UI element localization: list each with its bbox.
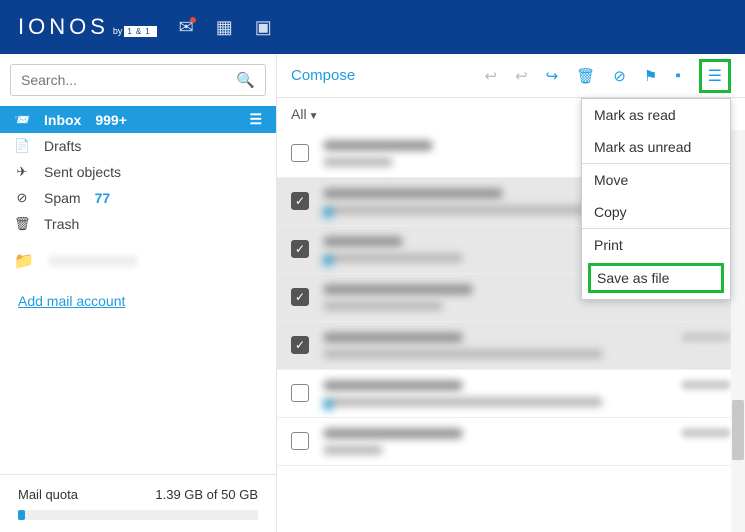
message-checkbox[interactable] <box>291 384 309 402</box>
calendar-icon[interactable]: ▦ <box>216 17 233 38</box>
menu-move[interactable]: Move <box>582 164 730 196</box>
compose-button[interactable]: Compose <box>291 67 355 84</box>
message-checkbox[interactable]: ✓ <box>291 240 309 258</box>
spam-icon: ⊘ <box>14 190 30 206</box>
search-box[interactable]: 🔍 <box>10 64 266 96</box>
folder-count: 999+ <box>95 112 127 128</box>
filter-all: All <box>291 106 307 122</box>
folder-label: Spam <box>44 190 81 206</box>
folder-spam[interactable]: ⊘ Spam 77 <box>0 185 276 211</box>
folder-icon: 📁 <box>14 251 34 271</box>
message-row[interactable] <box>277 370 745 418</box>
message-checkbox[interactable]: ✓ <box>291 336 309 354</box>
quota-text: 1.39 GB of 50 GB <box>155 487 258 502</box>
menu-mark-read[interactable]: Mark as read <box>582 99 730 131</box>
more-menu-button[interactable]: ☰ <box>699 59 731 93</box>
folder-trash[interactable]: 🗑 Trash <box>0 211 276 237</box>
inbox-icon: 📨 <box>14 112 30 128</box>
app-header: IONOS by 1&1 ✉ ▦ ▣ <box>0 0 745 54</box>
archive-icon[interactable]: ▪ <box>675 67 680 84</box>
more-dropdown: Mark as read Mark as unread Move Copy Pr… <box>581 98 731 300</box>
mail-quota: Mail quota 1.39 GB of 50 GB <box>0 474 276 532</box>
sent-icon: ✈ <box>14 164 30 180</box>
blurred-folder-name <box>48 255 138 267</box>
search-input[interactable] <box>21 72 236 88</box>
menu-save-as-file[interactable]: Save as file <box>588 263 724 293</box>
folder-label: Sent objects <box>44 164 121 180</box>
block-icon[interactable]: ⊘ <box>613 67 626 85</box>
message-checkbox[interactable] <box>291 144 309 162</box>
drafts-icon: 📄 <box>14 138 30 154</box>
brand-by: by <box>113 26 123 36</box>
folder-label: Trash <box>44 216 79 232</box>
menu-mark-unread[interactable]: Mark as unread <box>582 131 730 163</box>
search-icon[interactable]: 🔍 <box>236 71 255 89</box>
brand-name: IONOS <box>18 14 109 40</box>
menu-print[interactable]: Print <box>582 229 730 261</box>
caret-down-icon: ▼ <box>309 111 319 122</box>
main-panel: Compose ↩ ↩ ↪ 🗑 ⊘ ⚑ ▪ ☰ All▼ ✓ ✓ <box>277 54 745 532</box>
folder-menu-icon[interactable]: ☰ <box>249 111 262 128</box>
folder-label: Inbox <box>44 112 81 128</box>
custom-folder[interactable]: 📁 <box>0 245 276 277</box>
quota-bar <box>18 510 258 520</box>
reply-icon[interactable]: ↩ <box>485 67 498 85</box>
reply-all-icon[interactable]: ↩ <box>515 67 528 85</box>
brand-sub: 1&1 <box>124 26 156 37</box>
trash-icon: 🗑 <box>14 216 30 232</box>
message-checkbox[interactable]: ✓ <box>291 288 309 306</box>
contacts-icon[interactable]: ▣ <box>255 17 272 38</box>
sidebar: 🔍 📨 Inbox 999+ ☰ 📄 Drafts ✈ Sent objects… <box>0 54 277 532</box>
toolbar: Compose ↩ ↩ ↪ 🗑 ⊘ ⚑ ▪ ☰ <box>277 54 745 98</box>
bookmark-icon[interactable]: ⚑ <box>644 67 657 85</box>
folder-inbox[interactable]: 📨 Inbox 999+ ☰ <box>0 106 276 133</box>
folder-count: 77 <box>95 190 111 206</box>
folder-sent[interactable]: ✈ Sent objects <box>0 159 276 185</box>
brand-logo: IONOS by 1&1 <box>18 14 157 40</box>
delete-icon[interactable]: 🗑 <box>576 67 595 85</box>
quota-label: Mail quota <box>18 487 78 502</box>
folder-list: 📨 Inbox 999+ ☰ 📄 Drafts ✈ Sent objects ⊘… <box>0 106 276 237</box>
forward-icon[interactable]: ↪ <box>546 67 559 85</box>
message-checkbox[interactable] <box>291 432 309 450</box>
message-checkbox[interactable]: ✓ <box>291 192 309 210</box>
folder-label: Drafts <box>44 138 81 154</box>
mail-icon[interactable]: ✉ <box>179 17 194 38</box>
scrollbar[interactable] <box>731 130 745 532</box>
message-row[interactable] <box>277 418 745 466</box>
add-mail-account-link[interactable]: Add mail account <box>0 277 276 325</box>
quota-fill <box>18 510 25 520</box>
notification-dot <box>190 17 196 23</box>
folder-drafts[interactable]: 📄 Drafts <box>0 133 276 159</box>
message-row[interactable]: ✓ <box>277 322 745 370</box>
scrollbar-thumb[interactable] <box>732 400 744 460</box>
menu-copy[interactable]: Copy <box>582 196 730 228</box>
